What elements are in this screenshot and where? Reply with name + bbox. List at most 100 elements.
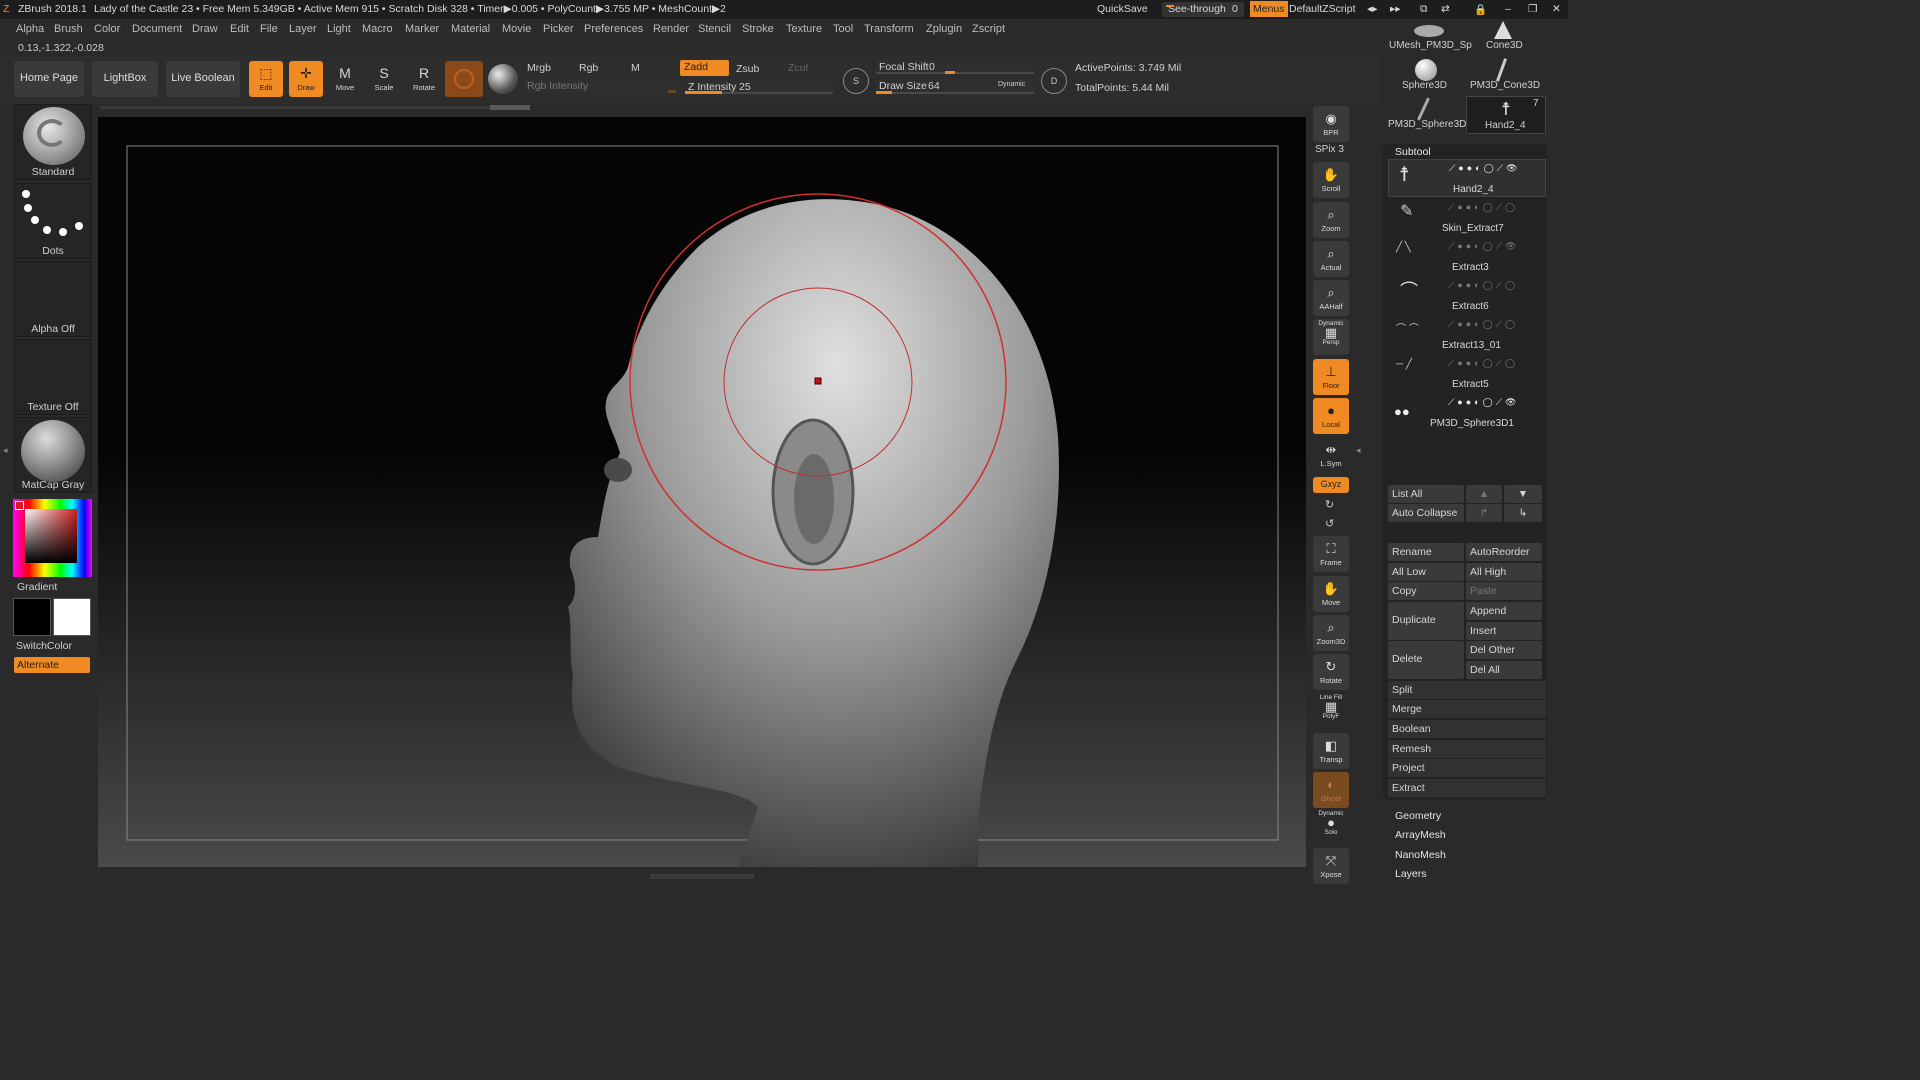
zoom-button[interactable]: ⌕ Zoom [1313, 202, 1349, 238]
menu-document[interactable]: Document [132, 23, 182, 35]
subtool-item[interactable]: ⌒ ⟋●●◐◯⟋◯ Extract6 [1388, 277, 1546, 315]
auto-reorder-button[interactable]: AutoReorder [1466, 543, 1542, 561]
menu-light[interactable]: Light [327, 23, 351, 35]
subtool-item[interactable]: ⌒ ⌒ ⟋●●◐◯⟋◯ Extract13_01 [1388, 316, 1546, 354]
stroke-picker[interactable]: Dots [14, 183, 92, 259]
bpr-button[interactable]: ◉ BPR [1313, 106, 1349, 142]
canvas-viewport[interactable] [98, 117, 1306, 867]
tool-thumb[interactable]: PM3D_Sphere3D [1386, 97, 1466, 135]
nanomesh-section[interactable]: NanoMesh [1395, 849, 1446, 861]
menu-texture[interactable]: Texture [786, 23, 822, 35]
menu-stroke[interactable]: Stroke [742, 23, 774, 35]
zsub-toggle[interactable]: Zsub [736, 63, 759, 75]
material-swatch-button[interactable] [445, 61, 483, 97]
toggle-right-icon[interactable]: ▸▸ [1390, 3, 1401, 15]
rename-button[interactable]: Rename [1388, 543, 1464, 561]
gradient-label[interactable]: Gradient [17, 581, 57, 593]
subtool-toggles-icon[interactable]: ⟋●●◐◯⟋👁 [1448, 241, 1519, 252]
lock-icon[interactable]: 🔒 [1474, 3, 1487, 16]
transp-button[interactable]: ◧ Transp [1313, 733, 1349, 769]
merge-section[interactable]: Merge [1388, 700, 1546, 718]
draw-size-slider[interactable]: Draw Size 64 Dynamic [876, 80, 1034, 94]
menu-preferences[interactable]: Preferences [584, 23, 643, 35]
rotate-z-icon[interactable]: ↺ [1325, 517, 1334, 530]
move-down-icon[interactable]: ▼ [1504, 485, 1542, 503]
menu-movie[interactable]: Movie [502, 23, 531, 35]
remesh-section[interactable]: Remesh [1388, 740, 1546, 758]
rgb-intensity-slider[interactable]: Rgb Intensity [524, 79, 680, 93]
subtool-toggles-icon[interactable]: ⟋●●◐◯⟋◯ [1448, 358, 1518, 369]
subtool-item[interactable]: ●● ⟋●●◐◯⟋👁 PM3D_Sphere3D1 [1388, 394, 1546, 432]
subtool-toggles-icon[interactable]: ⟋●●◐◯⟋👁 [1449, 163, 1520, 174]
live-boolean-button[interactable]: Live Boolean [166, 61, 240, 97]
color-square[interactable] [25, 509, 77, 563]
subtool-item[interactable]: ✎ ⟋●●◐◯⟋◯ Skin_Extract7 [1388, 199, 1546, 237]
tool-thumb[interactable]: UMesh_PM3D_Sp [1386, 19, 1472, 57]
del-all-button[interactable]: Del All [1466, 661, 1542, 679]
move-view-button[interactable]: ✋ Move [1313, 576, 1349, 612]
split-section[interactable]: Split [1388, 681, 1546, 699]
arrow-up-right-icon[interactable]: ↱ [1466, 504, 1502, 522]
delete-button[interactable]: Delete [1388, 641, 1464, 679]
minimize-icon[interactable]: – [1505, 3, 1511, 15]
menu-edit[interactable]: Edit [230, 23, 249, 35]
menu-file[interactable]: File [260, 23, 278, 35]
persp-button[interactable]: Dynamic ▦ Persp [1313, 319, 1349, 355]
right-tray-arrow-icon[interactable]: ◂ [1356, 445, 1361, 456]
duplicate-button[interactable]: Duplicate [1388, 602, 1464, 640]
menu-layer[interactable]: Layer [289, 23, 317, 35]
frame-button[interactable]: ⛶ Frame [1313, 536, 1349, 572]
secondary-color-swatch[interactable] [13, 598, 51, 636]
menu-alpha[interactable]: Alpha [16, 23, 44, 35]
menu-transform[interactable]: Transform [864, 23, 914, 35]
zcut-toggle[interactable]: Zcut [788, 62, 808, 74]
tool-thumb[interactable]: Cone3D [1466, 19, 1546, 57]
restore-icon[interactable]: ❐ [1528, 3, 1537, 15]
extract-section[interactable]: Extract [1388, 779, 1546, 797]
menu-color[interactable]: Color [94, 23, 120, 35]
tool-thumb-active[interactable]: ☨ 7 Hand2_4 [1466, 96, 1546, 134]
texture-picker[interactable]: Texture Off [14, 339, 92, 415]
all-high-button[interactable]: All High [1466, 563, 1542, 581]
alternate-toggle[interactable]: Alternate [14, 657, 90, 673]
rgb-toggle[interactable]: Rgb [579, 62, 598, 74]
polyf-button[interactable]: Line Fill ▦ PolyF [1313, 694, 1349, 730]
subtool-toggles-icon[interactable]: ⟋●●◐◯⟋👁 [1448, 397, 1519, 408]
floor-button[interactable]: ⊥ Floor [1313, 359, 1349, 395]
aahalf-button[interactable]: ⌕ AAHalf [1313, 280, 1349, 316]
lightbox-button[interactable]: LightBox [92, 61, 158, 97]
material-picker[interactable]: MatCap Gray [14, 417, 92, 493]
menu-zscript[interactable]: Zscript [972, 23, 1005, 35]
scroll-button[interactable]: ✋ Scroll [1313, 162, 1349, 198]
move-up-icon[interactable]: ▲ [1466, 485, 1502, 503]
menu-render[interactable]: Render [653, 23, 689, 35]
menu-stencil[interactable]: Stencil [698, 23, 731, 35]
geometry-section[interactable]: Geometry [1395, 810, 1441, 822]
menus-button[interactable]: Menus [1250, 1, 1288, 17]
edit-button[interactable]: ⬚ Edit [249, 61, 283, 97]
focal-shift-slider[interactable]: Focal Shift 0 [876, 60, 1034, 74]
copy-button[interactable]: Copy [1388, 582, 1464, 600]
main-color-swatch[interactable] [53, 598, 91, 636]
rotate-view-button[interactable]: ↻ Rotate [1313, 654, 1349, 690]
subtool-item[interactable]: ☨ ⟋●●◐◯⟋👁 Hand2_4 [1388, 159, 1546, 197]
ui-swap-icon[interactable]: ⇄ [1441, 3, 1450, 15]
subtool-toggles-icon[interactable]: ⟋●●◐◯⟋◯ [1448, 280, 1518, 291]
close-icon[interactable]: ✕ [1552, 3, 1561, 15]
toggle-left-icon[interactable]: ◂▸ [1367, 3, 1378, 15]
tool-thumb[interactable]: PM3D_Cone3D [1466, 58, 1546, 96]
lsym-button[interactable]: ⇹ L.Sym [1313, 437, 1349, 473]
spix-slider[interactable]: SPix 3 [1315, 144, 1344, 155]
sculptris-pro-icon[interactable]: S [843, 68, 869, 94]
xyz-toggle[interactable]: Gxyz [1313, 477, 1349, 493]
dynamic-toggle[interactable]: Dynamic [998, 81, 1025, 88]
solo-button[interactable]: Dynamic ● Solo [1313, 810, 1349, 846]
del-other-button[interactable]: Del Other [1466, 641, 1542, 659]
subtool-toggles-icon[interactable]: ⟋●●◐◯⟋◯ [1448, 202, 1518, 213]
actual-button[interactable]: ⌕ Actual [1313, 241, 1349, 277]
subtool-item[interactable]: ─ ╱ ⟋●●◐◯⟋◯ Extract5 [1388, 355, 1546, 393]
draw-button[interactable]: ✛ Draw [289, 61, 323, 97]
all-low-button[interactable]: All Low [1388, 563, 1464, 581]
menu-picker[interactable]: Picker [543, 23, 574, 35]
zadd-toggle[interactable]: Zadd [680, 60, 729, 76]
